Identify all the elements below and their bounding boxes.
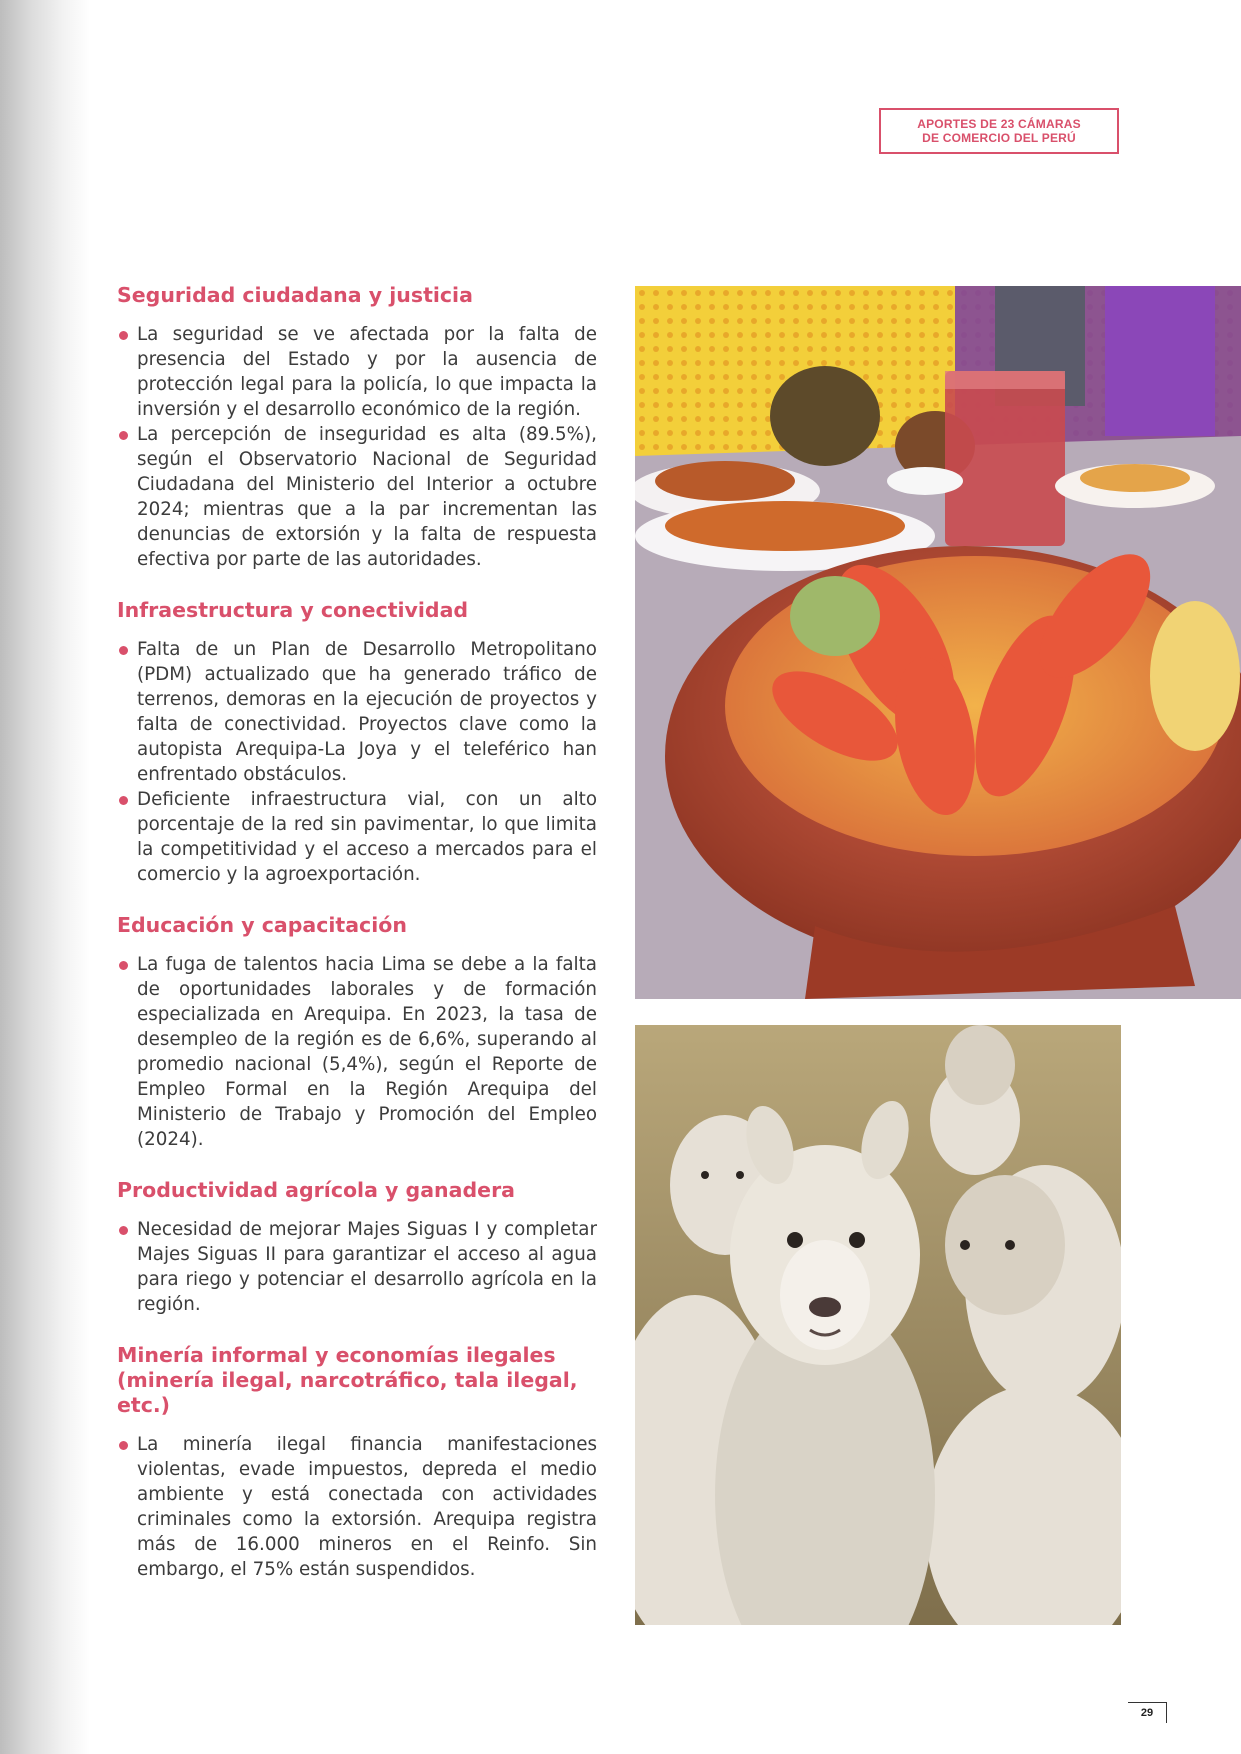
section-title: Seguridad ciudadana y justicia	[117, 283, 473, 307]
food-photo	[635, 286, 1241, 999]
main-content: Seguridad ciudadana y justicia La seguri…	[117, 283, 597, 1608]
section-title: Infraestructura y conectividad	[117, 598, 469, 622]
bullet-item: La seguridad se ve afectada por la falta…	[117, 322, 597, 422]
bullet-list: La seguridad se ve afectada por la falta…	[117, 322, 597, 572]
section-mineria: Minería informal y economías ilegales (m…	[117, 1343, 597, 1582]
bullet-item: Necesidad de mejorar Majes Siguas I y co…	[117, 1217, 597, 1317]
bullet-list: La fuga de talentos hacia Lima se debe a…	[117, 952, 597, 1152]
section-seguridad: Seguridad ciudadana y justicia La seguri…	[117, 283, 597, 572]
bullet-item: La minería ilegal financia manifestacion…	[117, 1432, 597, 1582]
header-badge: APORTES DE 23 CÁMARAS DE COMERCIO DEL PE…	[879, 108, 1119, 154]
header-badge-line1: APORTES DE 23 CÁMARAS	[917, 117, 1081, 131]
bullet-list: La minería ilegal financia manifestacion…	[117, 1432, 597, 1582]
bullet-list: Necesidad de mejorar Majes Siguas I y co…	[117, 1217, 597, 1317]
bullet-list: Falta de un Plan de Desarrollo Metropoli…	[117, 637, 597, 887]
section-title: Minería informal y economías ilegales (m…	[117, 1343, 578, 1417]
page-number: 29	[1128, 1702, 1167, 1723]
section-title: Productividad agrícola y ganadera	[117, 1178, 516, 1202]
section-productividad: Productividad agrícola y ganadera Necesi…	[117, 1178, 597, 1317]
binding-shadow	[0, 0, 90, 1754]
bullet-item: Deficiente infraestructura vial, con un …	[117, 787, 597, 887]
bullet-item: La percepción de inseguridad es alta (89…	[117, 422, 597, 572]
bullet-item: Falta de un Plan de Desarrollo Metropoli…	[117, 637, 597, 787]
alpaca-photo	[635, 1025, 1121, 1625]
section-infraestructura: Infraestructura y conectividad Falta de …	[117, 598, 597, 887]
section-title: Educación y capacitación	[117, 913, 407, 937]
bullet-item: La fuga de talentos hacia Lima se debe a…	[117, 952, 597, 1152]
section-educacion: Educación y capacitación La fuga de tale…	[117, 913, 597, 1152]
header-badge-line2: DE COMERCIO DEL PERÚ	[922, 131, 1076, 145]
